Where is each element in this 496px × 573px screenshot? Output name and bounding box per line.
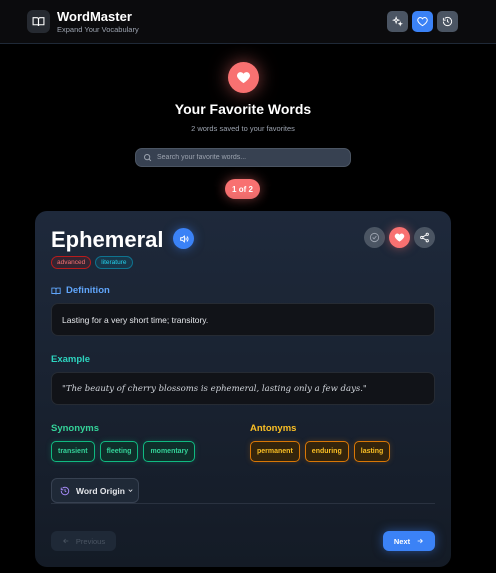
- book-open-icon: [51, 287, 61, 294]
- heart-icon: [394, 233, 405, 242]
- arrow-left-icon: [62, 538, 69, 544]
- page-subtitle: 2 words saved to your favorites: [191, 124, 295, 133]
- search-icon: [144, 154, 152, 162]
- tag-advanced: advanced: [51, 256, 92, 269]
- synonym-chip[interactable]: fleeting: [99, 441, 139, 462]
- word-title: Ephemeral: [51, 227, 164, 252]
- next-button[interactable]: Next: [383, 531, 435, 551]
- previous-button[interactable]: Previous: [51, 531, 116, 551]
- page-counter: 1 of 2: [225, 179, 260, 199]
- favorites-button[interactable]: [412, 11, 433, 32]
- antonym-chip[interactable]: lasting: [353, 441, 391, 462]
- tag-literature: literature: [95, 256, 133, 269]
- chevron-down-icon: [128, 489, 133, 492]
- search-bar[interactable]: [135, 148, 351, 167]
- example-heading: Example: [51, 354, 91, 365]
- favorite-button[interactable]: [389, 227, 410, 248]
- share-button[interactable]: [414, 227, 435, 248]
- word-origin-label: Word Origin: [76, 485, 125, 496]
- definition-heading: Definition: [51, 285, 110, 296]
- check-circle-icon: [369, 232, 380, 243]
- history-icon: [60, 486, 70, 495]
- word-origin-button[interactable]: Word Origin: [51, 478, 139, 503]
- mark-learned-button[interactable]: [364, 227, 385, 248]
- app-title: WordMaster: [57, 9, 132, 24]
- word-card: Ephemeral advanced literature Definition…: [35, 211, 451, 567]
- synonym-chip[interactable]: transient: [51, 441, 95, 462]
- arrow-right-icon: [417, 538, 424, 544]
- pronounce-button[interactable]: [173, 228, 194, 249]
- search-input[interactable]: [157, 154, 347, 161]
- definition-label: Definition: [66, 285, 110, 296]
- page-title: Your Favorite Words: [174, 101, 312, 117]
- synonyms-heading: Synonyms: [51, 423, 100, 434]
- example-text: "The beauty of cherry blossoms is epheme…: [51, 372, 435, 405]
- favorites-heart-icon: [228, 62, 259, 93]
- previous-label: Previous: [75, 536, 106, 546]
- next-label: Next: [393, 536, 411, 546]
- antonyms-list: permanent enduring lasting: [250, 441, 391, 462]
- speaker-icon: [179, 234, 188, 243]
- antonym-chip[interactable]: enduring: [304, 441, 349, 462]
- history-icon: [442, 16, 453, 27]
- explore-button[interactable]: [387, 11, 408, 32]
- heart-icon: [417, 17, 428, 27]
- share-icon: [420, 232, 429, 243]
- word-tags: advanced literature: [51, 256, 133, 269]
- sparkles-icon: [392, 16, 403, 27]
- synonym-chip[interactable]: momentary: [143, 441, 196, 462]
- app-subtitle: Expand Your Vocabulary: [57, 25, 139, 34]
- antonyms-heading: Antonyms: [250, 423, 297, 434]
- book-icon: [27, 10, 50, 33]
- card-divider: [51, 503, 435, 504]
- history-button[interactable]: [437, 11, 458, 32]
- definition-text: Lasting for a very short time; transitor…: [51, 303, 435, 336]
- synonyms-list: transient fleeting momentary: [51, 441, 196, 462]
- antonym-chip[interactable]: permanent: [250, 441, 300, 462]
- app-header: WordMaster Expand Your Vocabulary: [0, 0, 496, 44]
